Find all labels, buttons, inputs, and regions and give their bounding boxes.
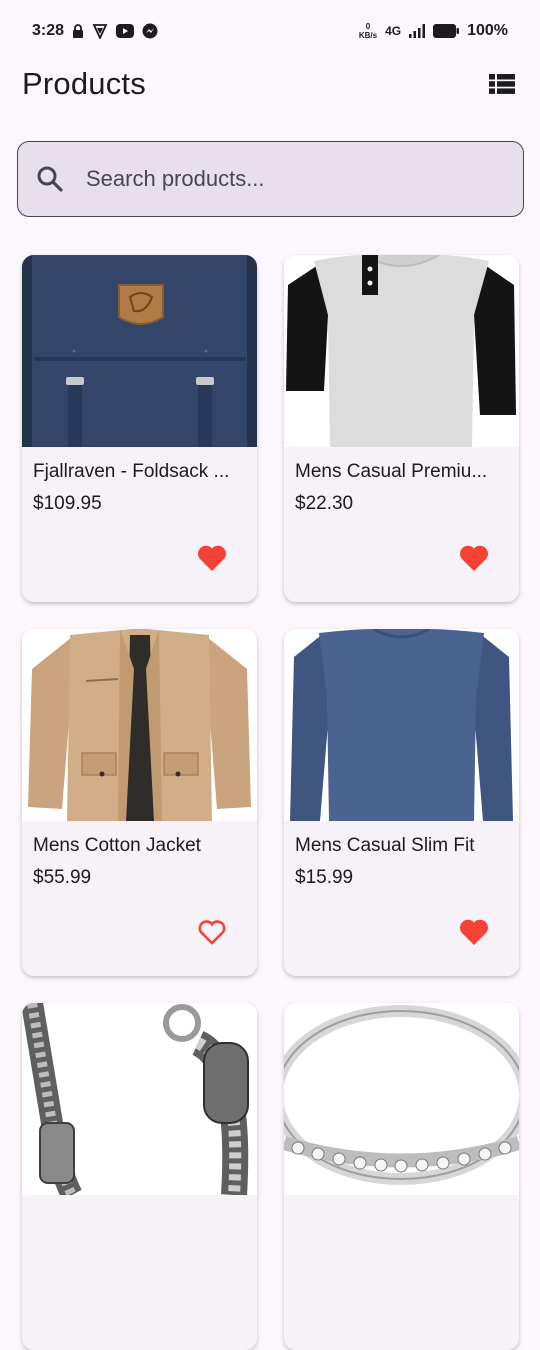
network-type: 4G <box>385 24 402 38</box>
network-speed-unit: KB/s <box>358 31 378 40</box>
product-card[interactable] <box>22 1003 257 1350</box>
product-card[interactable]: Fjallraven - Foldsack ... $109.95 <box>22 255 257 602</box>
favorite-button[interactable] <box>459 918 489 946</box>
status-left: 3:28 <box>32 22 158 40</box>
list-view-button[interactable] <box>484 66 520 102</box>
status-right: 0 KB/s 4G 100% <box>359 22 508 40</box>
battery-icon <box>433 24 460 38</box>
lock-icon <box>72 24 84 38</box>
product-card[interactable]: Mens Casual Slim Fit $15.99 <box>284 629 519 976</box>
messenger-icon <box>142 23 158 39</box>
youtube-icon <box>116 24 135 38</box>
product-title: Mens Casual Slim Fit <box>295 835 475 856</box>
favorite-button[interactable] <box>197 918 227 946</box>
network-speed: 0 KB/s <box>359 22 377 40</box>
search-bar[interactable] <box>17 141 524 217</box>
product-title: Mens Casual Premiu... <box>295 461 488 482</box>
product-title: Mens Cotton Jacket <box>33 835 201 856</box>
product-image-cotton-jacket <box>22 629 257 821</box>
product-title: Fjallraven - Foldsack ... <box>33 461 230 482</box>
page-title: Products <box>22 66 146 101</box>
favorite-button[interactable] <box>459 544 489 572</box>
product-image-diamond-ring <box>284 1003 519 1195</box>
search-icon <box>37 166 63 192</box>
product-card[interactable]: Mens Cotton Jacket $55.99 <box>22 629 257 976</box>
app-bar: Products <box>0 62 540 106</box>
product-card[interactable] <box>284 1003 519 1350</box>
heart-filled-icon <box>460 545 488 571</box>
search-input[interactable] <box>86 166 466 192</box>
product-card[interactable]: Mens Casual Premiu... $22.30 <box>284 255 519 602</box>
heart-outline-icon <box>198 920 226 945</box>
favorite-button[interactable] <box>197 544 227 572</box>
product-image-longsleeve-shirt <box>284 629 519 821</box>
product-image-backpack <box>22 255 257 447</box>
product-price: $109.95 <box>33 493 102 514</box>
network-speed-value: 0 <box>365 22 371 31</box>
view-list-icon <box>489 74 515 94</box>
product-image-raglan-tshirt <box>284 255 519 447</box>
battery-level: 100% <box>467 22 508 39</box>
status-time: 3:28 <box>32 22 65 39</box>
vpn-shield-icon <box>92 23 108 39</box>
heart-filled-icon <box>460 919 488 945</box>
product-grid: Fjallraven - Foldsack ... $109.95 Mens C… <box>22 255 519 1350</box>
product-price: $22.30 <box>295 493 354 514</box>
status-bar: 3:28 0 KB/s 4G 100% <box>0 0 540 62</box>
heart-filled-icon <box>198 545 226 571</box>
signal-icon <box>409 24 426 38</box>
product-price: $15.99 <box>295 867 354 888</box>
product-price: $55.99 <box>33 867 92 888</box>
product-image-silver-bracelet <box>22 1003 257 1195</box>
